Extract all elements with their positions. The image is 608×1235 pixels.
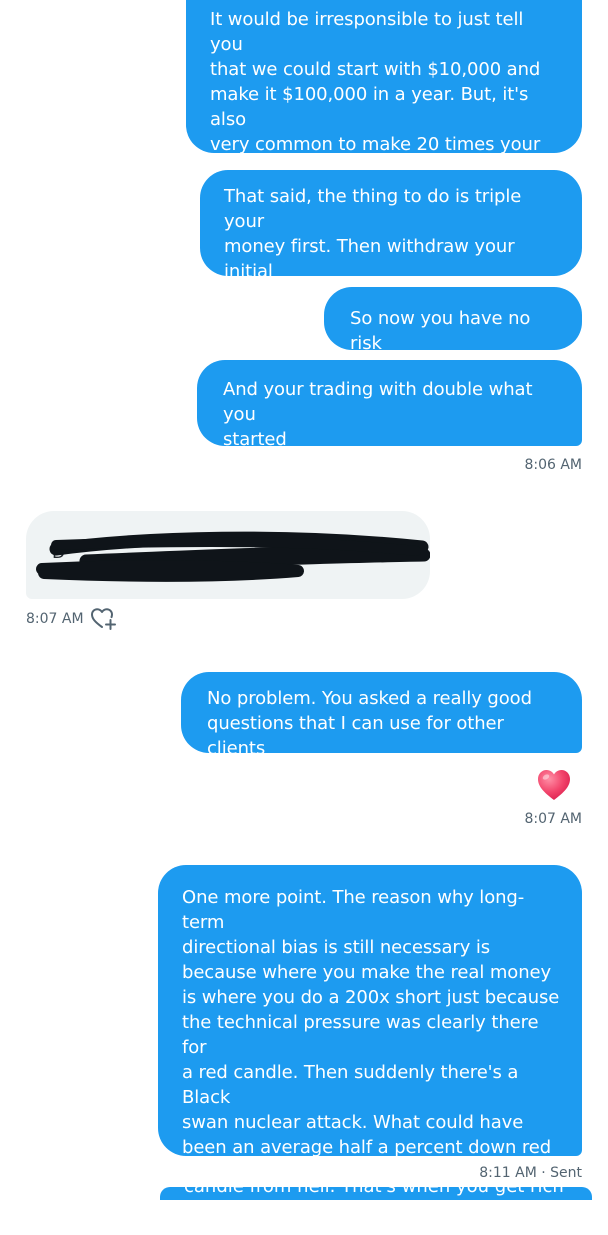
message-bubble-sent-4[interactable]: And your trading with double what you st…	[197, 360, 582, 450]
message-bubble-sent-1[interactable]: It would be irresponsible to just tell y…	[186, 0, 582, 180]
message-bubble-sent-3[interactable]: So now you have no risk	[324, 287, 582, 354]
message-bubble-sent-5[interactable]: No problem. You asked a really good ques…	[181, 672, 582, 759]
message-bubble-sent-peek[interactable]: candle from hell. That's when you get ri…	[160, 1187, 592, 1200]
message-bubble-sent-2[interactable]: That said, the thing to do is triple you…	[200, 170, 582, 307]
message-text: It would be irresponsible to just tell y…	[210, 9, 541, 180]
message-text: candle from hell. That's when you get ri…	[184, 1187, 564, 1199]
message-timestamp: 8:07 AM	[26, 611, 84, 627]
message-text: One more point. The reason why long-term…	[182, 887, 560, 1233]
message-text: So now you have no risk	[350, 308, 531, 354]
message-text: No problem. You asked a really good ques…	[207, 688, 532, 759]
message-timestamp: 8:07 AM	[524, 811, 582, 827]
heart-emoji	[538, 770, 570, 800]
message-bubble-sent-6[interactable]: One more point. The reason why long-term…	[158, 865, 582, 1233]
message-text: And your trading with double what you st…	[223, 379, 533, 450]
message-bubble-received[interactable]: D d	[26, 511, 430, 599]
message-timestamp: 8:06 AM	[524, 457, 582, 473]
message-timestamp: 8:11 AM · Sent	[479, 1165, 582, 1181]
heart-plus-icon[interactable]	[91, 607, 117, 631]
redaction-scribble-icon: D d	[36, 531, 430, 583]
